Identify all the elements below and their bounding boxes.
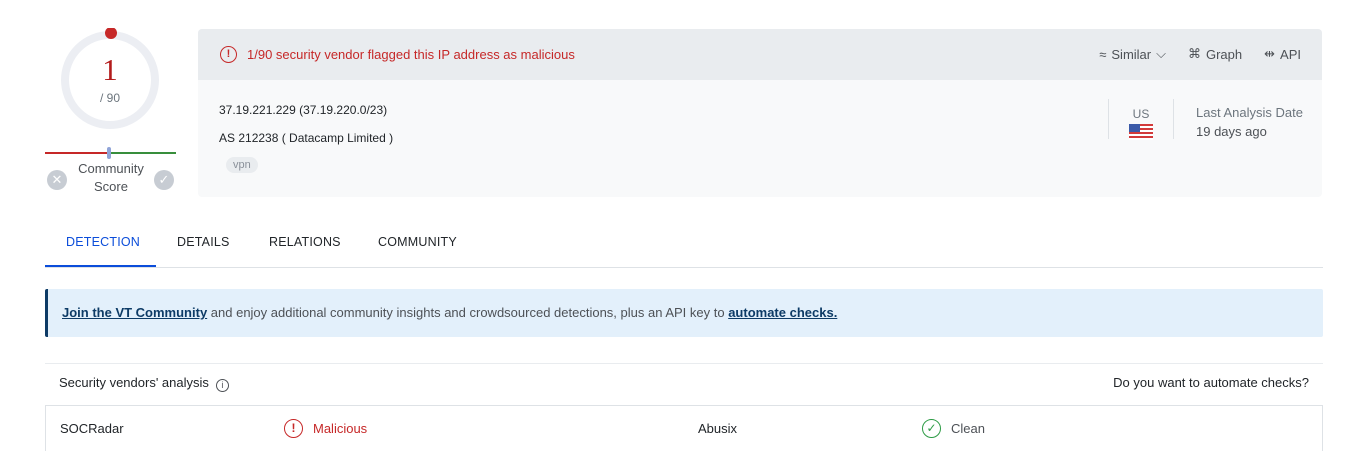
vendor-name-abusix: Abusix [698,421,738,436]
automate-checks-prompt[interactable]: Do you want to automate checks? [1113,375,1309,390]
detection-total: / 90 [99,91,120,105]
asn-owner[interactable]: AS 212238 ( Datacamp Limited ) [219,131,393,145]
tab-community[interactable]: COMMUNITY [378,235,457,249]
tab-details[interactable]: DETAILS [177,235,230,249]
community-banner: Join the VT Community and enjoy addition… [45,289,1323,337]
graph-button[interactable]: ⌘ Graph [1188,46,1242,62]
malicious-alert-icon: ! [284,419,303,438]
banner-text: Join the VT Community and enjoy addition… [62,305,837,320]
country-info: US [1108,99,1174,140]
alert-icon: ! [220,46,237,63]
vendor-result-label: Malicious [313,421,368,436]
community-score: ✕ Community Score ✓ [45,147,177,198]
tab-relations[interactable]: RELATIONS [269,235,341,249]
active-tab-indicator [45,265,156,267]
automate-checks-link[interactable]: automate checks. [728,305,837,320]
vendor-result-clean: ✓ Clean [922,419,985,438]
banner-middle-text: and enjoy additional community insights … [207,305,729,320]
detection-score-gauge: 1 / 90 [58,28,162,132]
ip-summary-card: ! 1/90 security vendor flagged this IP a… [198,29,1322,197]
us-flag-icon [1129,124,1153,140]
api-icon: ⇹ [1264,46,1276,61]
vendors-header: Security vendors' analysis i Do you want … [45,363,1323,399]
tab-detection[interactable]: DETECTION [66,235,140,249]
tag-vpn[interactable]: vpn [226,157,258,173]
vote-harmless-check-icon[interactable]: ✓ [154,170,174,190]
vendor-result-label: Clean [951,421,985,436]
ip-address: 37.19.221.229 (37.19.220.0/23) [219,103,388,117]
last-analysis: Last Analysis Date 19 days ago [1196,105,1303,139]
community-score-bar-negative [45,152,109,154]
vote-malicious-x-icon[interactable]: ✕ [47,170,67,190]
community-score-label: Community Score [78,161,144,194]
alert-header: ! 1/90 security vendor flagged this IP a… [198,29,1322,80]
community-score-bar-positive [109,152,176,154]
join-community-link[interactable]: Join the VT Community [62,305,207,320]
country-code: US [1132,107,1150,121]
vendor-name-socradar: SOCRadar [60,421,124,436]
header-actions: ≈ Similar ⌵ ⌘ Graph ⇹ API [1099,46,1301,62]
info-icon[interactable]: i [215,379,229,392]
api-label: API [1280,46,1301,62]
detection-count: 1 [102,52,118,87]
vendors-title-text: Security vendors' analysis [59,375,209,390]
last-analysis-label: Last Analysis Date [1196,105,1303,120]
table-row: SOCRadar ! Malicious Abusix ✓ Clean [45,405,1323,451]
clean-check-icon: ✓ [922,419,941,438]
chevron-down-icon: ⌵ [1156,46,1166,61]
vendor-result-malicious: ! Malicious [284,419,367,438]
graph-icon: ⌘ [1187,46,1201,61]
api-button[interactable]: ⇹ API [1264,46,1301,62]
last-analysis-value: 19 days ago [1196,124,1267,139]
alert-text: 1/90 security vendor flagged this IP add… [247,47,575,62]
tab-bar: DETECTION DETAILS RELATIONS COMMUNITY [45,220,1323,268]
graph-label: Graph [1205,46,1243,62]
vendors-title: Security vendors' analysis i [59,375,229,392]
similar-label: Similar [1111,46,1152,62]
similar-icon: ≈ [1099,46,1107,62]
similar-button[interactable]: ≈ Similar ⌵ [1099,46,1166,62]
community-score-marker [107,147,111,159]
